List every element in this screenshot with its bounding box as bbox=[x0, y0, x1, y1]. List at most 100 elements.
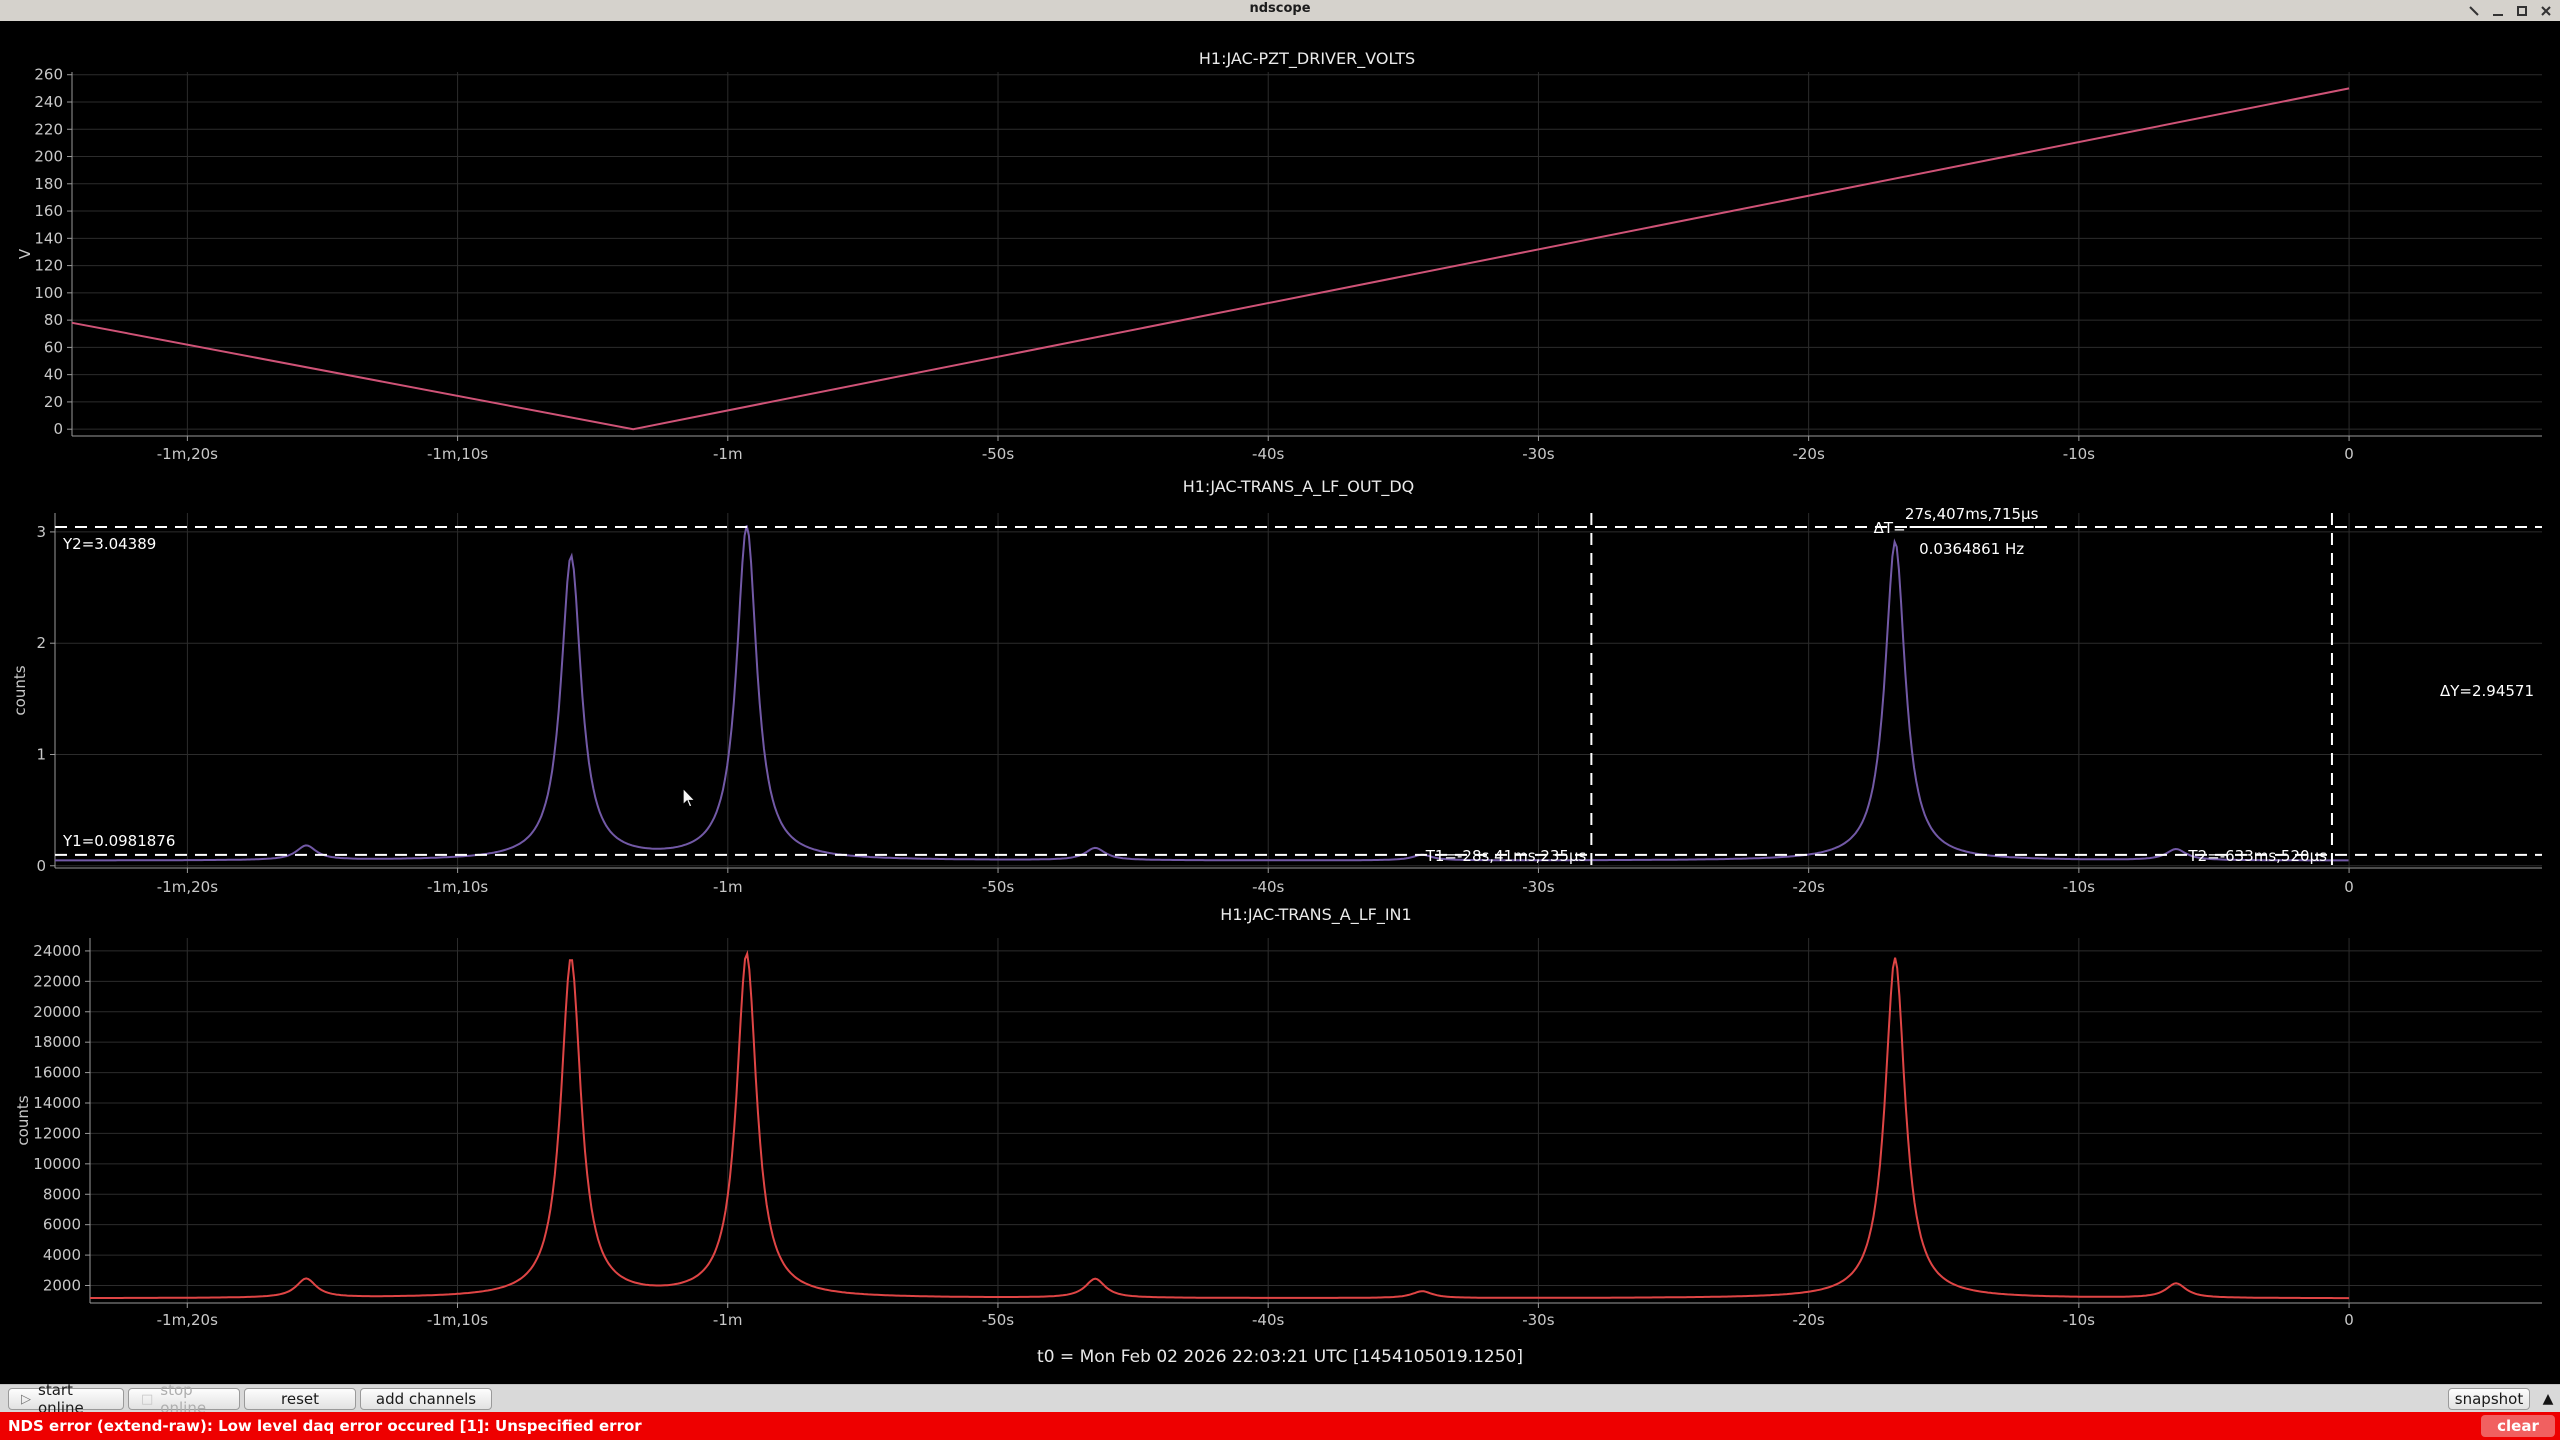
x-tick-label: -50s bbox=[982, 445, 1014, 463]
x-tick-label: -10s bbox=[2063, 1311, 2095, 1329]
x-tick-label: -40s bbox=[1252, 1311, 1284, 1329]
x-tick-label: -1m,20s bbox=[157, 1311, 218, 1329]
y-tick-label: 240 bbox=[34, 93, 63, 111]
y-tick-label: 10000 bbox=[33, 1155, 81, 1173]
y-tick-label: 60 bbox=[44, 338, 63, 356]
y-tick-label: 12000 bbox=[33, 1124, 81, 1142]
x-tick-label: -40s bbox=[1252, 878, 1284, 896]
y-tick-label: 80 bbox=[44, 311, 63, 329]
delta-t-value: 27s,407ms,715µs bbox=[1905, 505, 2039, 523]
x-tick-label: -20s bbox=[1792, 1311, 1824, 1329]
stop-online-button[interactable]: □ stop online bbox=[128, 1388, 240, 1410]
maximize-icon[interactable] bbox=[2514, 3, 2530, 19]
trace-H1:JAC-PZT_DRIVER_VOLTS bbox=[72, 88, 2349, 429]
x-tick-label: -1m,10s bbox=[427, 1311, 488, 1329]
x-tick-label: -1m,10s bbox=[427, 878, 488, 896]
y-tick-label: 20 bbox=[44, 393, 63, 411]
delta-y-label: ΔY=2.94571 bbox=[2440, 682, 2534, 700]
snapshot-label: snapshot bbox=[2455, 1390, 2523, 1408]
add-channels-button[interactable]: add channels bbox=[360, 1388, 492, 1410]
plot-trans-a-lf-out-dq[interactable]: -1m,20s -1m,10s -1m -50s -40s -30s -20s -10s 0 0 1… bbox=[0, 470, 2560, 905]
trace-H1:JAC-TRANS_A_LF_OUT_DQ bbox=[55, 525, 2349, 860]
expand-log-triangle-icon[interactable]: ▲ bbox=[2538, 1388, 2558, 1410]
y-tick-label: 20000 bbox=[33, 1003, 81, 1021]
x-tick-label: -20s bbox=[1792, 445, 1824, 463]
reset-button[interactable]: reset bbox=[244, 1388, 356, 1410]
start-online-button[interactable]: ▷ start online bbox=[8, 1388, 124, 1410]
y-tick-label: 6000 bbox=[43, 1216, 81, 1234]
toolbar: ▷ start online □ stop online reset add c… bbox=[0, 1384, 2560, 1413]
x-tick-label: -20s bbox=[1792, 878, 1824, 896]
x-tick-label: 0 bbox=[2344, 445, 2354, 463]
x-tick-label: -10s bbox=[2063, 445, 2095, 463]
x-tick-label: -1m,20s bbox=[157, 878, 218, 896]
x-tick-label: 0 bbox=[2344, 878, 2354, 896]
delta-t-frequency: 0.0364861 Hz bbox=[1919, 540, 2024, 558]
plot-pzt-driver-volts[interactable]: -1m,20s -1m,10s -1m -50s -40s -30s -20s -10s 0 0 2… bbox=[0, 21, 2560, 470]
x-tick-label: -1m,10s bbox=[427, 445, 488, 463]
window-title: ndscope bbox=[0, 1, 2560, 16]
x-tick-label: -1m bbox=[713, 445, 743, 463]
cursor-y2-label: Y2=3.04389 bbox=[62, 535, 156, 553]
y-tick-label: 220 bbox=[34, 120, 63, 138]
y-tick-label: 16000 bbox=[33, 1064, 81, 1082]
plot-trans-a-lf-in1[interactable]: -1m,20s -1m,10s -1m -50s -40s -30s -20s -10s 0 20… bbox=[0, 905, 2560, 1345]
x-tick-label: 0 bbox=[2344, 1311, 2354, 1329]
x-tick-label: -1m,20s bbox=[157, 445, 218, 463]
reset-label: reset bbox=[281, 1390, 319, 1408]
x-tick-label: -30s bbox=[1522, 1311, 1554, 1329]
shade-icon[interactable] bbox=[2466, 3, 2482, 19]
clear-label: clear bbox=[2497, 1417, 2539, 1435]
y-tick-label: 0 bbox=[53, 420, 63, 438]
y-tick-label: 4000 bbox=[43, 1246, 81, 1264]
y-tick-label: 1 bbox=[36, 745, 46, 763]
minimize-icon[interactable] bbox=[2490, 3, 2506, 19]
y-tick-label: 120 bbox=[34, 257, 63, 275]
x-tick-label: -40s bbox=[1252, 445, 1284, 463]
plot-title: H1:JAC-TRANS_A_LF_OUT_DQ bbox=[1183, 477, 1415, 497]
ndscope-window: ndscope -1m,20s -1m,10s -1m -50s -40s -30s -20… bbox=[0, 0, 2560, 1440]
status-bar: NDS error (extend-raw): Low level daq er… bbox=[0, 1412, 2560, 1440]
stop-square-icon: □ bbox=[141, 1392, 153, 1407]
y-tick-label: 2000 bbox=[43, 1277, 81, 1295]
x-tick-label: -50s bbox=[982, 878, 1014, 896]
y-tick-label: 160 bbox=[34, 202, 63, 220]
x-tick-label: -30s bbox=[1522, 878, 1554, 896]
x-tick-label: -30s bbox=[1522, 445, 1554, 463]
y-tick-label: 14000 bbox=[33, 1094, 81, 1112]
cursor-t2-label: T2=-633ms,520µs bbox=[2187, 847, 2327, 865]
y-axis-label: counts bbox=[14, 1095, 32, 1145]
y-tick-label: 180 bbox=[34, 175, 63, 193]
x-tick-label: -50s bbox=[982, 1311, 1014, 1329]
window-titlebar[interactable]: ndscope bbox=[0, 0, 2560, 22]
y-tick-label: 8000 bbox=[43, 1185, 81, 1203]
close-icon[interactable] bbox=[2538, 3, 2554, 19]
y-tick-label: 40 bbox=[44, 366, 63, 384]
y-tick-label: 2 bbox=[36, 634, 46, 652]
cursor-y1-label: Y1=0.0981876 bbox=[62, 832, 175, 850]
plot-title: H1:JAC-TRANS_A_LF_IN1 bbox=[1220, 905, 1411, 925]
y-tick-label: 140 bbox=[34, 229, 63, 247]
plot-title: H1:JAC-PZT_DRIVER_VOLTS bbox=[1199, 49, 1415, 69]
nds-error-message: NDS error (extend-raw): Low level daq er… bbox=[8, 1412, 642, 1440]
cursor-t1-label: T1=-28s,41ms,235µs bbox=[1425, 847, 1587, 865]
delta-t-prefix: ΔT= bbox=[1874, 519, 1906, 537]
y-tick-label: 200 bbox=[34, 148, 63, 166]
y-tick-label: 24000 bbox=[33, 942, 81, 960]
y-tick-label: 3 bbox=[36, 523, 46, 541]
clear-button[interactable]: clear bbox=[2481, 1415, 2555, 1437]
t0-timestamp: t0 = Mon Feb 02 2026 22:03:21 UTC [14541… bbox=[0, 1347, 2560, 1367]
y-tick-label: 0 bbox=[36, 857, 46, 875]
play-triangle-icon: ▷ bbox=[21, 1392, 31, 1407]
x-tick-label: -1m bbox=[713, 878, 743, 896]
x-tick-label: -1m bbox=[713, 1311, 743, 1329]
y-tick-label: 260 bbox=[34, 66, 63, 84]
trace-H1:JAC-TRANS_A_LF_IN1 bbox=[90, 954, 2349, 1298]
snapshot-button[interactable]: snapshot bbox=[2448, 1388, 2530, 1410]
y-tick-label: 100 bbox=[34, 284, 63, 302]
y-axis-label: counts bbox=[11, 665, 29, 715]
y-axis-label: V bbox=[16, 248, 34, 259]
y-tick-label: 22000 bbox=[33, 972, 81, 990]
y-tick-label: 18000 bbox=[33, 1033, 81, 1051]
x-tick-label: -10s bbox=[2063, 878, 2095, 896]
